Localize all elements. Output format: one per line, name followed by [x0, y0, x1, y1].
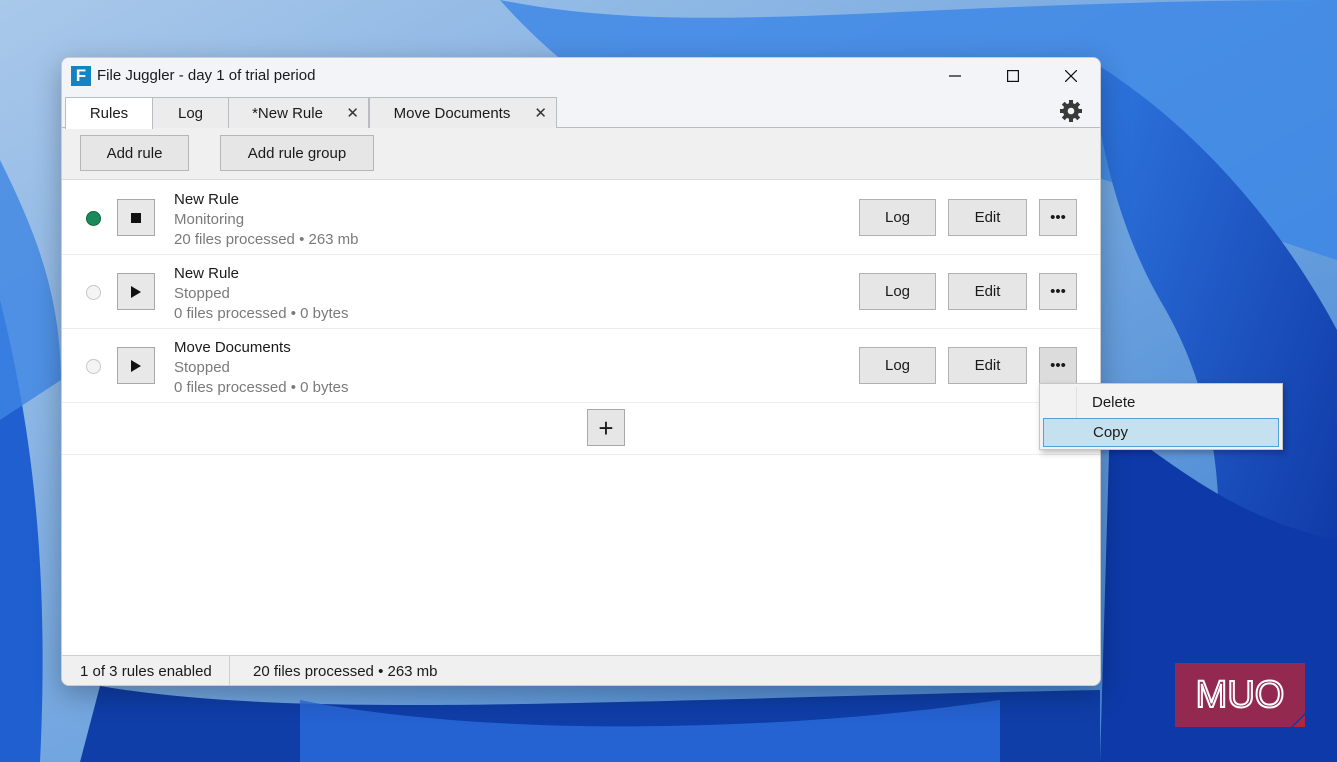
rule-log-button[interactable]: Log — [859, 273, 936, 310]
rule-status: Monitoring — [174, 211, 245, 228]
rule-info: New Rule Monitoring 20 files processed •… — [174, 190, 359, 250]
play-icon — [131, 359, 141, 372]
rule-disabled-indicator — [86, 285, 101, 300]
menu-item-delete[interactable]: Delete — [1043, 388, 1279, 417]
rule-more-options-button[interactable]: ••• — [1039, 347, 1077, 384]
rule-status: Stopped — [174, 285, 230, 302]
tab-label: Log — [177, 104, 204, 122]
add-rule-row: + — [62, 403, 1100, 455]
file-juggler-logo-icon: F — [71, 66, 91, 86]
menu-item-copy[interactable]: Copy — [1043, 418, 1279, 447]
muo-watermark-logo: MUO — [1175, 663, 1305, 727]
close-icon — [1065, 70, 1077, 82]
rule-edit-button[interactable]: Edit — [948, 199, 1027, 236]
menu-item-label: Copy — [1093, 424, 1129, 441]
minimize-icon — [949, 75, 961, 77]
toolbar: Add rule Add rule group — [62, 128, 1100, 180]
add-rule-button[interactable]: Add rule — [80, 135, 189, 171]
rule-disabled-indicator — [86, 359, 101, 374]
status-bar: 1 of 3 rules enabled 20 files processed … — [62, 655, 1100, 685]
rule-status: Stopped — [174, 359, 230, 376]
window-title: File Juggler - day 1 of trial period — [97, 67, 316, 84]
app-window: F File Juggler - day 1 of trial period R… — [61, 57, 1101, 686]
add-rule-group-button[interactable]: Add rule group — [220, 135, 374, 171]
tab-bar: Rules Log *New Rule ✕ Move Documents ✕ — [62, 94, 1100, 129]
tab-label: *New Rule — [252, 104, 323, 122]
menu-item-label: Delete — [1092, 394, 1136, 411]
rule-edit-button[interactable]: Edit — [948, 273, 1027, 310]
rule-name: New Rule — [174, 191, 240, 208]
rule-context-menu: Delete Copy — [1039, 383, 1283, 450]
rule-info: New Rule Stopped 0 files processed • 0 b… — [174, 264, 349, 324]
tab-label: Rules — [89, 105, 129, 122]
tab-new-rule[interactable]: *New Rule ✕ — [228, 97, 369, 128]
maximize-icon — [1007, 70, 1019, 82]
close-window-button[interactable] — [1042, 58, 1100, 94]
add-rule-plus-button[interactable]: + — [587, 409, 625, 446]
rule-row: New Rule Monitoring 20 files processed •… — [62, 181, 1100, 255]
tab-log[interactable]: Log — [152, 97, 229, 128]
start-rule-button[interactable] — [117, 273, 155, 310]
play-icon — [131, 285, 141, 298]
rule-name: New Rule — [174, 265, 240, 282]
total-processed-stats: 20 files processed • 263 mb — [253, 663, 438, 680]
tab-close-icon[interactable]: ✕ — [534, 104, 547, 122]
status-divider — [229, 656, 230, 685]
tab-close-icon[interactable]: ✕ — [346, 104, 359, 122]
gear-icon[interactable] — [1059, 99, 1083, 123]
rule-name: Move Documents — [174, 339, 291, 356]
rules-enabled-count: 1 of 3 rules enabled — [80, 663, 212, 680]
rule-more-options-button[interactable]: ••• — [1039, 273, 1077, 310]
rule-more-options-button[interactable]: ••• — [1039, 199, 1077, 236]
maximize-button[interactable] — [984, 58, 1042, 94]
watermark-text: MUO — [1196, 674, 1285, 716]
rule-stats: 0 files processed • 0 bytes — [174, 305, 349, 322]
tab-label: Move Documents — [393, 104, 511, 122]
rules-list: New Rule Monitoring 20 files processed •… — [62, 181, 1100, 455]
stop-icon — [131, 212, 141, 223]
rule-enabled-indicator — [86, 211, 101, 226]
rule-edit-button[interactable]: Edit — [948, 347, 1027, 384]
stop-rule-button[interactable] — [117, 199, 155, 236]
tab-rules[interactable]: Rules — [65, 97, 153, 129]
rule-stats: 20 files processed • 263 mb — [174, 231, 359, 248]
title-bar[interactable]: F File Juggler - day 1 of trial period — [62, 58, 1100, 94]
rule-log-button[interactable]: Log — [859, 199, 936, 236]
rule-log-button[interactable]: Log — [859, 347, 936, 384]
rule-row: Move Documents Stopped 0 files processed… — [62, 329, 1100, 403]
tab-move-documents[interactable]: Move Documents ✕ — [369, 97, 557, 128]
rule-stats: 0 files processed • 0 bytes — [174, 379, 349, 396]
rule-row: New Rule Stopped 0 files processed • 0 b… — [62, 255, 1100, 329]
start-rule-button[interactable] — [117, 347, 155, 384]
rule-info: Move Documents Stopped 0 files processed… — [174, 338, 349, 398]
minimize-button[interactable] — [926, 58, 984, 94]
